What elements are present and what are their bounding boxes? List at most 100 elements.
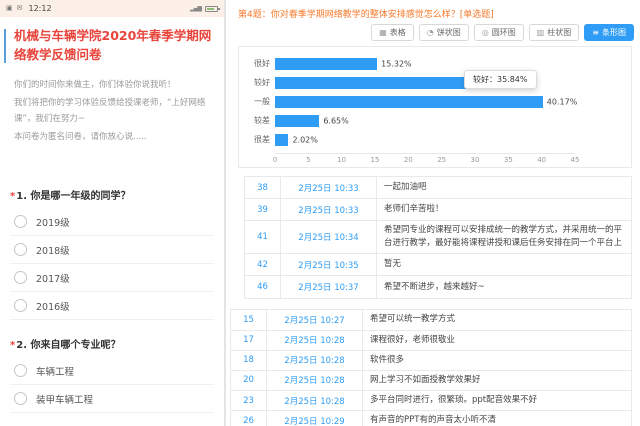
y-axis-label: 很差	[247, 136, 275, 144]
comment-date: 2月25日 10:33	[281, 199, 377, 220]
comment-id: 20	[231, 371, 267, 390]
intro-line: 你们的时间你来做主，你们体验你说我听！	[14, 77, 210, 93]
radio-option-2016[interactable]: 2016级	[10, 292, 214, 320]
x-axis-tick: 35	[504, 156, 513, 164]
table-icon: ▦	[379, 29, 387, 37]
chart-plot-area: 很好 较好 一般 较差 很差 15.32% 40	[247, 55, 575, 149]
result-question-title: 第4题：你对春季学期网络教学的整体安排感觉怎么样？[单选题]	[230, 4, 634, 22]
radio-circle-icon[interactable]	[14, 364, 27, 377]
chart-tooltip: 较好：35.84%	[464, 70, 537, 89]
table-view-button[interactable]: ▦ 表格	[371, 24, 414, 41]
x-axis-tick: 25	[437, 156, 446, 164]
option-label: 2017级	[36, 271, 70, 285]
x-axis-tick: 45	[571, 156, 580, 164]
pie-chart-icon: ◔	[427, 29, 434, 37]
donut-chart-button[interactable]: ◎ 圆环图	[474, 24, 524, 41]
comment-text: 一起加油吧	[377, 177, 631, 198]
chart-bar[interactable]	[275, 134, 288, 146]
comment-text: 老师们辛苦啦！	[377, 199, 631, 220]
bar-value-label: 15.32%	[381, 60, 412, 69]
comment-row: 38 2月25日 10:33 一起加油吧	[245, 177, 631, 199]
donut-chart-icon: ◎	[482, 29, 489, 37]
bar-chart-button[interactable]: ≡ 条形图	[584, 24, 634, 41]
comment-date: 2月25日 10:28	[267, 351, 363, 370]
signal-icon: ▂▄▆	[190, 5, 201, 12]
column-chart-button[interactable]: ▥ 柱状图	[529, 24, 580, 41]
radio-option-2019[interactable]: 2019级	[10, 208, 214, 236]
bar-chart-icon: ≡	[592, 29, 599, 37]
comment-date: 2月25日 10:33	[281, 177, 377, 198]
clock: 12:12	[29, 4, 52, 13]
radio-circle-icon[interactable]	[14, 271, 27, 284]
comment-id: 23	[231, 391, 267, 410]
comment-row: 15 2月25日 10:27 希望可以统一教学方式	[231, 310, 631, 330]
radio-option-2017[interactable]: 2017级	[10, 264, 214, 292]
comment-date: 2月25日 10:34	[281, 221, 377, 253]
comment-row: 17 2月25日 10:28 课程很好，老师很敬业	[231, 331, 631, 351]
x-axis-tick: 40	[537, 156, 546, 164]
comment-row: 39 2月25日 10:33 老师们辛苦啦！	[245, 199, 631, 221]
question-1-options: 2019级 2018级 2017级 2016级	[10, 208, 214, 320]
button-label: 柱状图	[547, 27, 571, 38]
comment-id: 39	[245, 199, 281, 220]
comment-date: 2月25日 10:28	[267, 371, 363, 390]
radio-circle-icon[interactable]	[14, 299, 27, 312]
pie-chart-button[interactable]: ◔ 饼状图	[419, 24, 469, 41]
comment-text: 希望可以统一教学方式	[363, 310, 631, 329]
radio-option-vehicle-eng[interactable]: 车辆工程	[10, 357, 214, 385]
comment-id: 41	[245, 221, 281, 253]
comment-date: 2月25日 10:29	[267, 411, 363, 426]
y-axis-label: 很好	[247, 60, 275, 68]
required-asterisk: *	[10, 191, 15, 202]
comment-text: 希望同专业的课程可以安排成统一的教学方式，并采用统一的平台进行教学，最好能将课程…	[377, 221, 631, 253]
x-axis-tick: 5	[306, 156, 310, 164]
comment-text: 课程很好，老师很敬业	[363, 331, 631, 350]
option-label: 2018级	[36, 243, 70, 257]
option-label: 2016级	[36, 299, 70, 313]
chart-bar[interactable]	[275, 58, 377, 70]
comment-text: 暂无	[377, 254, 631, 275]
comment-id: 18	[231, 351, 267, 370]
option-label: 车辆工程	[36, 364, 74, 378]
survey-title-block: 机械与车辆学院2020年春季学期网络教学反馈问卷	[0, 17, 224, 69]
battery-icon	[205, 6, 218, 12]
question-1-label: *1. 你是哪一年级的同学？	[10, 187, 214, 202]
survey-intro: 你们的时间你来做主，你们体验你说我听！ 我们将把你的学习体验反馈给授课老师，“上…	[0, 69, 224, 146]
split-view: ▣ ✉ 12:12 ▂▄▆ 机械与车辆学院2020年春季学期网络教学反馈问卷 你…	[0, 0, 640, 426]
x-axis: 0 5 10 15 20 25 30 35 40 45	[275, 153, 575, 164]
bar-row: 2.02%	[275, 134, 575, 146]
comment-row: 26 2月25日 10:29 有声音的PPT有的声音太小听不清	[231, 411, 631, 426]
option-label: 2019级	[36, 215, 70, 229]
radio-option-armored-vehicle-eng[interactable]: 装甲车辆工程	[10, 385, 214, 413]
comment-row: 46 2月25日 10:37 希望不断进步，越来越好~	[245, 276, 631, 298]
radio-option-2018[interactable]: 2018级	[10, 236, 214, 264]
y-axis-labels: 很好 较好 一般 较差 很差	[247, 55, 275, 149]
comments-table-1: 38 2月25日 10:33 一起加油吧 39 2月25日 10:33 老师们辛…	[244, 176, 632, 299]
bar-row: 6.65%	[275, 115, 575, 127]
comment-id: 26	[231, 411, 267, 426]
question-2-label: *2. 你来自哪个专业呢？	[10, 336, 214, 351]
button-label: 圆环图	[492, 27, 516, 38]
comment-id: 17	[231, 331, 267, 350]
question-2-text: 2. 你来自哪个专业呢？	[16, 340, 120, 351]
comment-row: 23 2月25日 10:28 多平台同时进行，很繁琐。ppt配音效果不好	[231, 391, 631, 411]
chart-bar[interactable]	[275, 115, 319, 127]
comment-id: 15	[231, 310, 267, 329]
bar-row: 40.17%	[275, 96, 575, 108]
horizontal-bar-chart: 很好 较好 一般 较差 很差 15.32% 40	[238, 46, 632, 168]
x-axis-tick: 20	[404, 156, 413, 164]
bar-value-label: 6.65%	[323, 116, 348, 125]
bar-value-label: 2.02%	[292, 135, 317, 144]
comment-row: 41 2月25日 10:34 希望同专业的课程可以安排成统一的教学方式，并采用统…	[245, 221, 631, 254]
radio-circle-icon[interactable]	[14, 392, 27, 405]
bar-row: 15.32%	[275, 58, 575, 70]
chart-bar[interactable]	[275, 96, 543, 108]
comment-date: 2月25日 10:28	[267, 331, 363, 350]
button-label: 饼状图	[437, 27, 461, 38]
y-axis-label: 一般	[247, 98, 275, 106]
radio-circle-icon[interactable]	[14, 243, 27, 256]
status-bar: ▣ ✉ 12:12 ▂▄▆	[0, 0, 224, 17]
radio-circle-icon[interactable]	[14, 215, 27, 228]
comment-id: 42	[245, 254, 281, 275]
y-axis-label: 较差	[247, 117, 275, 125]
